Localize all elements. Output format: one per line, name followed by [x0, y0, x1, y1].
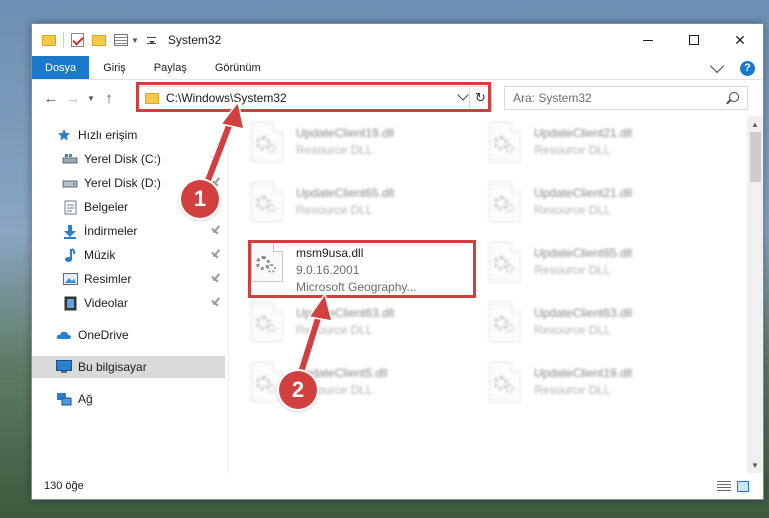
- annotation-arrows: [197, 100, 334, 384]
- step-2-badge: 2: [279, 371, 317, 409]
- arrow-2: [293, 292, 334, 384]
- step-1-badge: 1: [181, 180, 219, 218]
